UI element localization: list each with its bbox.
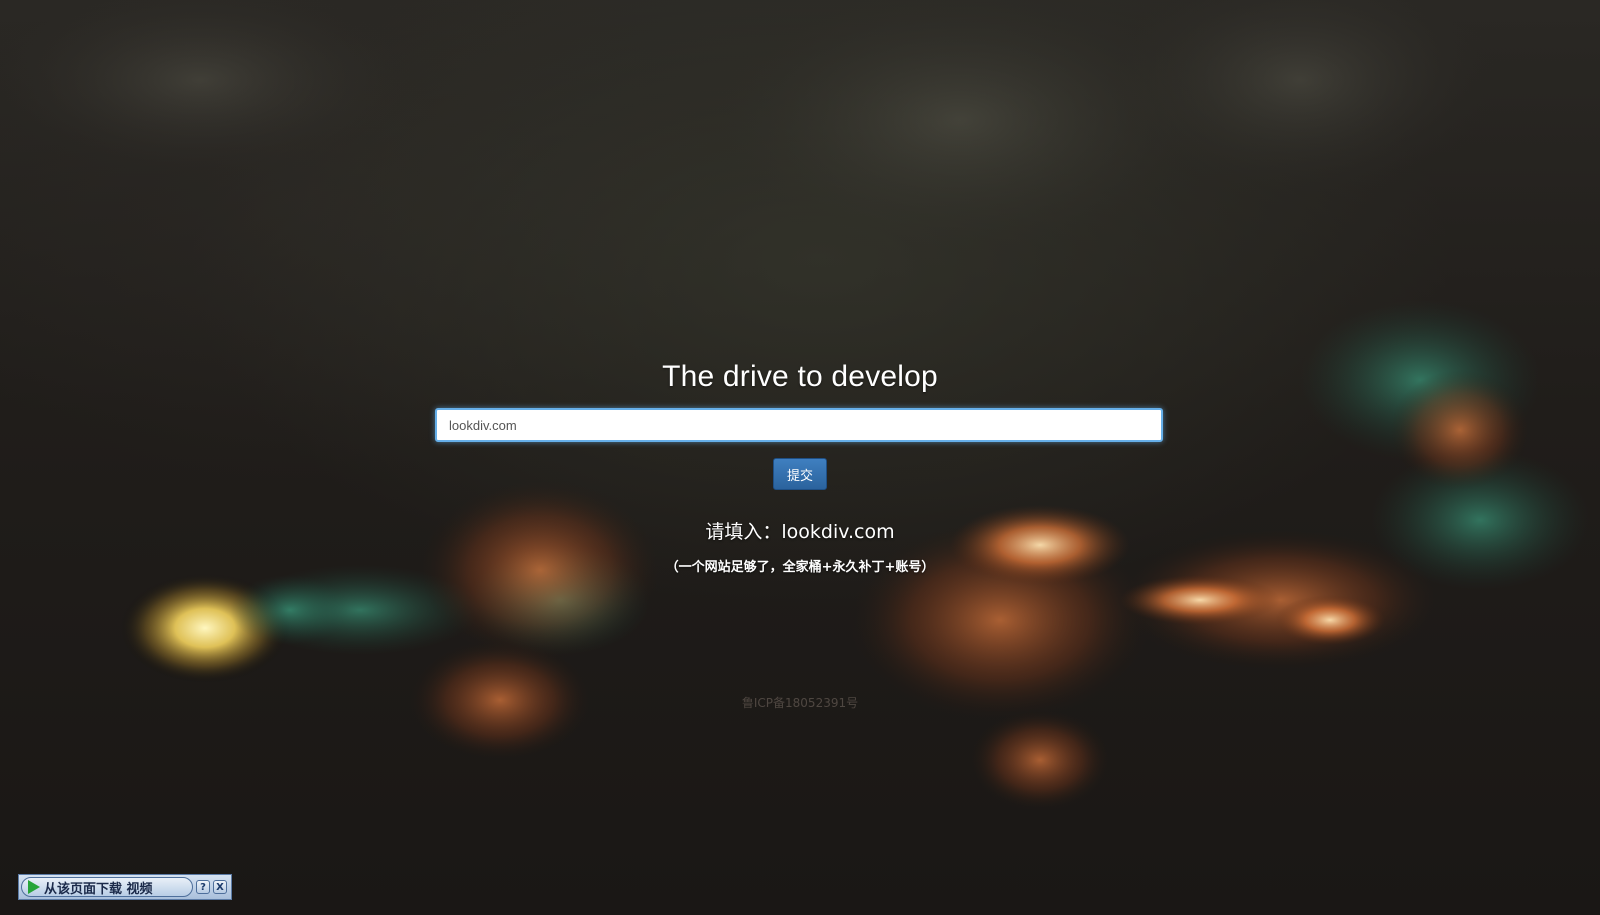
search-input[interactable] <box>435 408 1163 442</box>
close-icon[interactable]: X <box>213 880 227 894</box>
icp-footer: 鲁ICP备18052391号 <box>741 696 859 710</box>
page-background: The drive to develop 提交 请填入：lookdiv.com … <box>0 0 1600 915</box>
download-video-button[interactable]: 从该页面下载 视频 <box>21 877 193 897</box>
submit-button[interactable]: 提交 <box>773 458 827 490</box>
note-text: （一个网站足够了，全家桶+永久补丁+账号） <box>665 560 935 575</box>
video-download-bar: 从该页面下载 视频 ? X <box>18 874 232 900</box>
download-video-label: 从该页面下载 视频 <box>44 881 153 897</box>
page-title: The drive to develop <box>662 360 938 393</box>
help-icon[interactable]: ? <box>196 880 210 894</box>
main-content: The drive to develop 提交 请填入：lookdiv.com … <box>0 0 1600 915</box>
play-icon <box>28 880 40 894</box>
instruction-text: 请填入：lookdiv.com <box>705 521 895 543</box>
